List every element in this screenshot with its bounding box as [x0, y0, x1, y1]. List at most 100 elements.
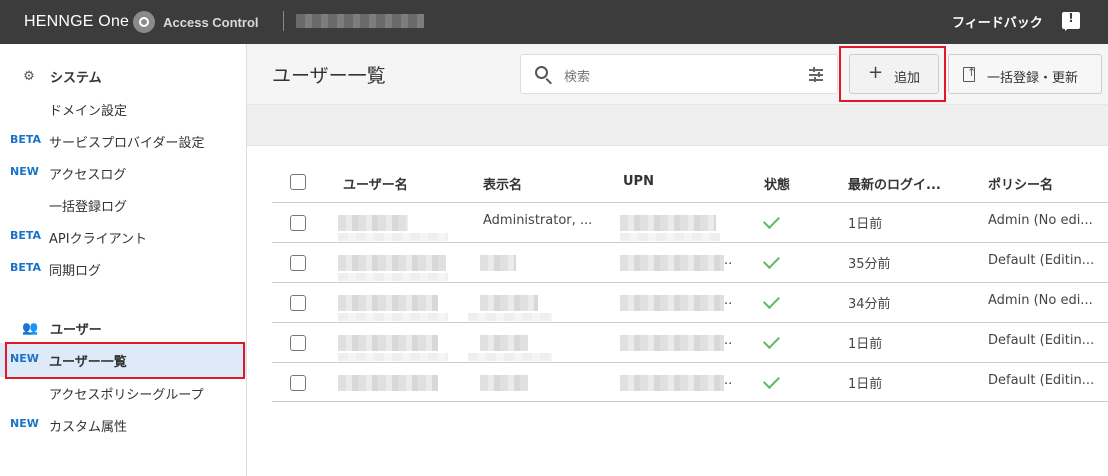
display-name-redacted: [480, 335, 528, 351]
sidebar-section-users: 👥 ユーザー: [22, 319, 102, 338]
new-badge: NEW: [10, 417, 39, 430]
search-icon: [535, 66, 548, 79]
upn-ellipsis: ..: [724, 293, 733, 308]
sidebar-item-label: アクセスログ: [49, 168, 127, 183]
redaction: [468, 313, 552, 321]
search-placeholder: 検索: [564, 70, 591, 85]
product-name: Access Control: [163, 14, 259, 30]
toolbar-strip: [247, 104, 1108, 146]
henngeone-logo[interactable]: HENNGE One Access Control: [24, 11, 259, 33]
sidebar-item-label: 同期ログ: [49, 264, 102, 279]
top-bar: HENNGE One Access Control フィードバック: [0, 0, 1108, 44]
upn-ellipsis: ..: [724, 253, 733, 268]
table-row[interactable]: .. 35分前 Default (Editin...: [272, 242, 1108, 282]
logo-text: HENNGE One: [24, 13, 130, 30]
upn-ellipsis: ..: [724, 373, 733, 388]
username-redacted: [338, 335, 438, 351]
username-redacted: [338, 255, 446, 271]
beta-badge: BETA: [10, 229, 42, 242]
table-row[interactable]: Administrator, ... 1日前 Admin (No edi...: [272, 202, 1108, 242]
redaction: [620, 233, 720, 241]
check-icon: [763, 212, 780, 229]
display-name-cell: Administrator, ...: [483, 213, 593, 228]
sidebar-item-api-client[interactable]: BETA APIクライアント: [0, 221, 246, 253]
display-name-redacted: [480, 255, 516, 271]
last-login-cell: 1日前: [848, 337, 883, 352]
highlight-box: [839, 46, 946, 102]
bulk-register-button[interactable]: 一括登録・更新: [948, 54, 1102, 94]
display-name-redacted: [480, 375, 528, 391]
row-checkbox[interactable]: [290, 335, 306, 351]
beta-badge: BETA: [10, 133, 42, 146]
table-header-row: ユーザー名 表示名 UPN 状態 最新のログイ... ポリシー名: [272, 162, 1108, 202]
last-login-cell: 34分前: [848, 297, 891, 312]
policy-cell: Default (Editin...: [988, 333, 1095, 348]
upn-redacted: [620, 335, 724, 351]
sidebar-item-label: アクセスポリシーグループ: [49, 388, 204, 403]
table-row[interactable]: .. 1日前 Default (Editin...: [272, 322, 1108, 362]
sidebar-item-sync-log[interactable]: BETA 同期ログ: [0, 253, 246, 285]
filter-icon[interactable]: [809, 67, 823, 82]
policy-cell: Default (Editin...: [988, 253, 1095, 268]
last-login-cell: 35分前: [848, 257, 891, 272]
divider: [283, 11, 284, 31]
display-name-redacted: [480, 295, 538, 311]
row-checkbox[interactable]: [290, 375, 306, 391]
tenant-name-redacted: [296, 14, 424, 28]
select-all-checkbox[interactable]: [290, 174, 306, 190]
table-row[interactable]: .. 1日前 Default (Editin...: [272, 362, 1108, 402]
sidebar-item-service-provider[interactable]: BETA サービスプロバイダー設定: [0, 125, 246, 157]
sidebar-section-title: ユーザー: [50, 323, 102, 338]
sidebar-item-label: カスタム属性: [49, 420, 128, 435]
username-redacted: [338, 215, 408, 231]
column-header-upn[interactable]: UPN: [623, 174, 654, 189]
bulk-button-label: 一括登録・更新: [987, 71, 1079, 86]
upn-redacted: [620, 295, 724, 311]
check-icon: [763, 252, 780, 269]
upn-ellipsis: ..: [724, 333, 733, 348]
feedback-icon[interactable]: [1062, 11, 1080, 31]
redaction: [338, 353, 448, 361]
upn-redacted: [620, 215, 716, 231]
sidebar-item-label: サービスプロバイダー設定: [49, 136, 205, 151]
username-redacted: [338, 295, 438, 311]
sidebar-item-label: ドメイン設定: [49, 104, 128, 119]
table-row[interactable]: .. 34分前 Admin (No edi...: [272, 282, 1108, 322]
feedback-link[interactable]: フィードバック: [952, 12, 1043, 31]
page-title: ユーザー一覧: [272, 65, 386, 87]
check-icon: [763, 372, 780, 389]
sidebar-item-domain-settings[interactable]: ドメイン設定: [0, 93, 246, 125]
username-redacted: [338, 375, 438, 391]
sidebar-item-custom-attributes[interactable]: NEW カスタム属性: [0, 409, 246, 441]
upn-redacted: [620, 375, 724, 391]
gear-icon: ⚙: [23, 68, 35, 84]
search-input[interactable]: 検索: [520, 54, 838, 94]
beta-badge: BETA: [10, 261, 42, 274]
column-header-display-name[interactable]: 表示名: [483, 174, 522, 193]
sidebar-section-system: ⚙ システム: [22, 67, 101, 86]
sidebar-item-bulk-log[interactable]: 一括登録ログ: [0, 189, 246, 221]
logo-mark-icon: [133, 11, 156, 33]
sidebar-item-access-policy-group[interactable]: アクセスポリシーグループ: [0, 377, 246, 409]
policy-cell: Default (Editin...: [988, 373, 1095, 388]
highlight-box: [5, 342, 245, 379]
row-checkbox[interactable]: [290, 215, 306, 231]
row-checkbox[interactable]: [290, 295, 306, 311]
column-header-status[interactable]: 状態: [764, 174, 790, 193]
row-checkbox[interactable]: [290, 255, 306, 271]
file-upload-icon: [963, 66, 976, 82]
policy-cell: Admin (No edi...: [988, 213, 1093, 228]
users-icon: 👥: [22, 320, 39, 336]
sidebar-item-access-log[interactable]: NEW アクセスログ: [0, 157, 246, 189]
redaction: [338, 233, 448, 241]
column-header-policy[interactable]: ポリシー名: [988, 174, 1053, 193]
policy-cell: Admin (No edi...: [988, 293, 1093, 308]
last-login-cell: 1日前: [848, 377, 883, 392]
redaction: [468, 353, 552, 361]
column-header-username[interactable]: ユーザー名: [343, 174, 408, 193]
new-badge: NEW: [10, 165, 39, 178]
check-icon: [763, 332, 780, 349]
column-header-last-login[interactable]: 最新のログイ...: [848, 174, 941, 193]
check-icon: [763, 292, 780, 309]
redaction: [338, 273, 448, 281]
